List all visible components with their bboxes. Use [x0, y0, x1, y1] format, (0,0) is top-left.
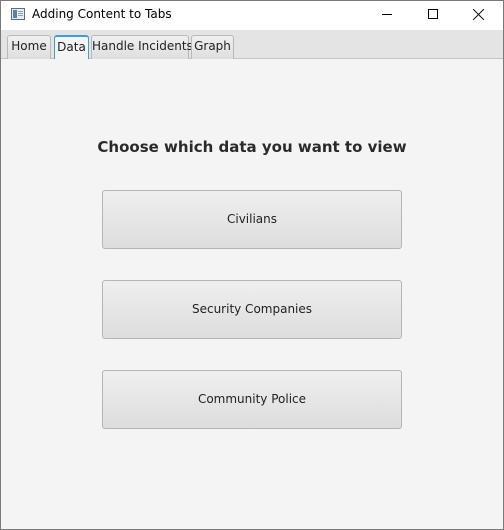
civilians-button[interactable]: Civilians: [102, 190, 402, 249]
security-companies-button[interactable]: Security Companies: [102, 280, 402, 339]
tab-home[interactable]: Home: [7, 35, 51, 59]
tab-data[interactable]: Data: [54, 35, 89, 59]
tab-bar: Home Data Handle Incidents Graph: [1, 30, 503, 59]
tab-graph[interactable]: Graph: [191, 35, 234, 59]
title-bar[interactable]: Adding Content to Tabs: [1, 1, 503, 30]
data-tab-content: Choose which data you want to view Civil…: [1, 59, 503, 529]
maximize-icon: [428, 9, 438, 19]
tab-handle-incidents[interactable]: Handle Incidents: [91, 35, 193, 59]
maximize-button[interactable]: [410, 1, 456, 30]
app-window: Adding Content to Tabs Home Data Handle …: [0, 0, 504, 530]
close-button[interactable]: [456, 1, 502, 30]
minimize-icon: [382, 14, 392, 15]
minimize-button[interactable]: [364, 1, 410, 30]
close-icon: [473, 8, 485, 20]
app-window-icon: [11, 8, 25, 20]
community-police-button[interactable]: Community Police: [102, 370, 402, 429]
page-heading: Choose which data you want to view: [97, 138, 407, 156]
window-title: Adding Content to Tabs: [32, 7, 172, 21]
